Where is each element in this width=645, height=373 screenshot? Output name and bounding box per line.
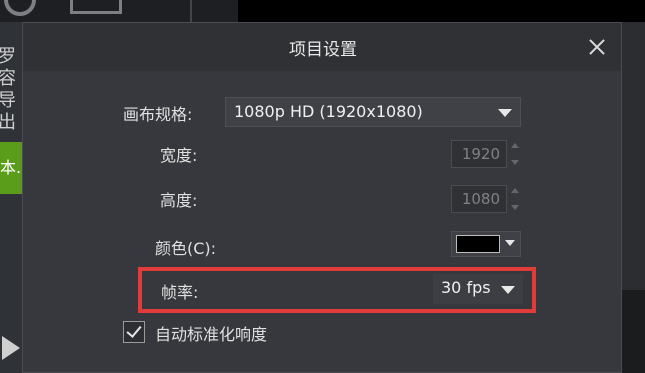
canvas-size-dropdown[interactable]: 1080p HD (1920x1080) [225,97,521,127]
project-settings-dialog: 项目设置 画布规格: 1080p HD (1920x1080) 宽度: 1920… [22,22,622,373]
fps-value: 30 fps [441,278,491,297]
green-action-button[interactable]: 本... [0,142,22,194]
media-icon[interactable] [70,0,122,14]
dialog-title: 项目设置 [289,40,357,60]
fps-dropdown[interactable]: 30 fps [433,274,523,304]
dialog-title-bar: 项目设置 [23,23,621,71]
timeline-panel [622,290,645,373]
width-input[interactable]: 1920 [451,140,507,168]
toolbar-divider [190,0,192,22]
chevron-down-icon [498,109,512,117]
height-label: 高度: [160,191,198,210]
chevron-down-icon [505,240,515,246]
height-input[interactable]: 1080 [451,185,507,213]
width-stepper[interactable] [511,140,521,168]
chevron-down-icon [501,286,515,294]
left-panel-text: 罗容导出 [0,46,16,133]
auto-normalize-checkbox[interactable] [123,321,145,343]
color-swatch [456,235,500,253]
canvas-size-label: 画布规格: [123,105,193,124]
color-picker[interactable] [451,231,521,257]
fps-label: 帧率: [161,283,199,302]
canvas-size-value: 1080p HD (1920x1080) [234,102,423,121]
preview-canvas [238,0,645,22]
close-icon[interactable] [587,37,607,57]
height-stepper[interactable] [511,185,521,213]
auto-normalize-label: 自动标准化响度 [155,325,268,344]
color-label: 颜色(C): [155,239,217,258]
width-label: 宽度: [160,146,198,165]
